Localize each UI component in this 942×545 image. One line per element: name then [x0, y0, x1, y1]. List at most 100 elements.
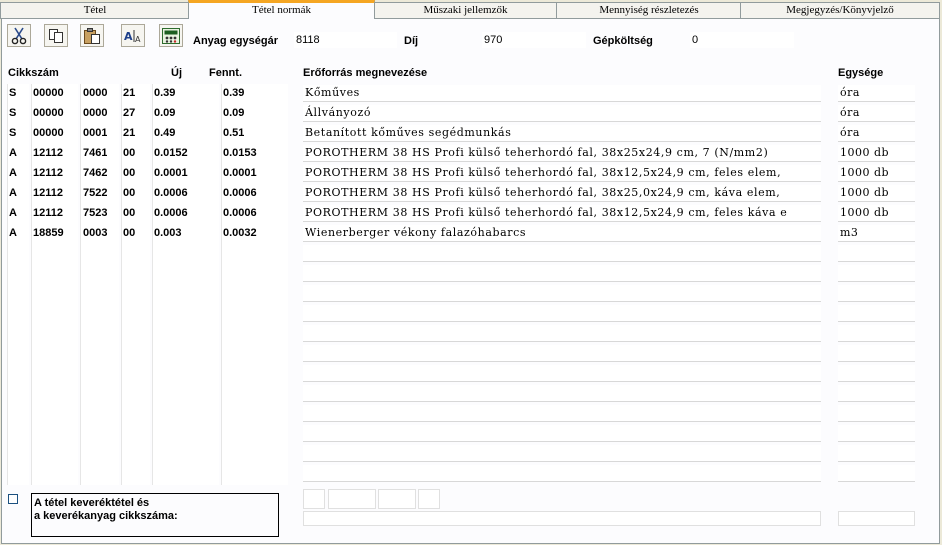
- keverek-code-field-1[interactable]: [303, 489, 325, 509]
- tab-mennyiseg-reszletezes[interactable]: Mennyiség részletezés: [556, 2, 742, 19]
- row-c1[interactable]: 00000: [33, 83, 64, 103]
- row-fennt[interactable]: 0.0153: [223, 143, 257, 163]
- row-c2[interactable]: 0000: [83, 103, 107, 123]
- resource-name-row[interactable]: [303, 365, 821, 382]
- resource-name-row[interactable]: [303, 325, 821, 342]
- row-c3[interactable]: 27: [123, 103, 135, 123]
- tab-tetel-normak[interactable]: Tétel normák: [188, 0, 375, 19]
- row-uj[interactable]: 0.39: [154, 83, 175, 103]
- row-type[interactable]: A: [9, 143, 17, 163]
- unit-row[interactable]: [838, 285, 915, 302]
- unit-row[interactable]: óra: [838, 105, 915, 122]
- row-c3[interactable]: 00: [123, 163, 135, 183]
- resource-name-row[interactable]: [303, 425, 821, 442]
- unit-row[interactable]: [838, 385, 915, 402]
- cut-button[interactable]: [7, 24, 31, 47]
- row-fennt[interactable]: 0.51: [223, 123, 244, 143]
- row-uj[interactable]: 0.0006: [154, 203, 188, 223]
- unit-row[interactable]: 1000 db: [838, 185, 915, 202]
- row-c3[interactable]: 21: [123, 123, 135, 143]
- row-c1[interactable]: 18859: [33, 223, 64, 243]
- resource-name-row[interactable]: Kőműves: [303, 85, 821, 102]
- row-c3[interactable]: 00: [123, 183, 135, 203]
- row-type[interactable]: A: [9, 163, 17, 183]
- row-uj[interactable]: 0.0152: [154, 143, 188, 163]
- row-c1[interactable]: 12112: [33, 183, 63, 203]
- unit-row[interactable]: [838, 325, 915, 342]
- row-c2[interactable]: 7523: [83, 203, 107, 223]
- row-type[interactable]: A: [9, 203, 17, 223]
- copy-button[interactable]: [44, 24, 68, 47]
- gepkoltseg-field[interactable]: 0: [690, 32, 794, 48]
- row-c2[interactable]: 0000: [83, 83, 107, 103]
- row-c2[interactable]: 0003: [83, 223, 107, 243]
- row-fennt[interactable]: 0.09: [223, 103, 244, 123]
- keverek-checkbox[interactable]: [8, 494, 18, 504]
- row-c1[interactable]: 00000: [33, 123, 64, 143]
- row-c3[interactable]: 21: [123, 83, 135, 103]
- resource-name-row[interactable]: POROTHERM 38 HS Profi külső teherhordó f…: [303, 165, 821, 182]
- row-c3[interactable]: 00: [123, 223, 135, 243]
- row-c1[interactable]: 12112: [33, 143, 63, 163]
- row-fennt[interactable]: 0.39: [223, 83, 244, 103]
- unit-row[interactable]: 1000 db: [838, 165, 915, 182]
- tab-tetel[interactable]: Tétel: [0, 2, 190, 19]
- row-c2[interactable]: 7462: [83, 163, 107, 183]
- unit-row[interactable]: [838, 425, 915, 442]
- resource-name-row[interactable]: [303, 245, 821, 262]
- resource-name-row[interactable]: [303, 265, 821, 282]
- row-uj[interactable]: 0.0001: [154, 163, 188, 183]
- row-uj[interactable]: 0.49: [154, 123, 175, 143]
- row-c2[interactable]: 7522: [83, 183, 107, 203]
- row-uj[interactable]: 0.0006: [154, 183, 188, 203]
- row-c1[interactable]: 12112: [33, 203, 63, 223]
- row-c3[interactable]: 00: [123, 203, 135, 223]
- unit-row[interactable]: [838, 405, 915, 422]
- resource-name-row[interactable]: Wienerberger vékony falazóhabarcs: [303, 225, 821, 242]
- unit-row[interactable]: [838, 345, 915, 362]
- row-fennt[interactable]: 0.0006: [223, 203, 257, 223]
- resource-name-row[interactable]: [303, 385, 821, 402]
- keverek-code-field-4[interactable]: [418, 489, 440, 509]
- unit-row[interactable]: óra: [838, 125, 915, 142]
- row-c1[interactable]: 12112: [33, 163, 63, 183]
- keverek-unit-field[interactable]: [838, 511, 915, 526]
- row-c2[interactable]: 0001: [83, 123, 107, 143]
- unit-row[interactable]: m3: [838, 225, 915, 242]
- unit-row[interactable]: [838, 465, 915, 482]
- tab-muszaki-jellemzok[interactable]: Műszaki jellemzők: [373, 2, 558, 19]
- calculator-button[interactable]: [159, 24, 183, 47]
- unit-row[interactable]: 1000 db: [838, 205, 915, 222]
- resource-name-row[interactable]: Állványozó: [303, 105, 821, 122]
- font-button[interactable]: A A: [121, 24, 145, 47]
- paste-button[interactable]: [80, 24, 104, 47]
- unit-row[interactable]: 1000 db: [838, 145, 915, 162]
- row-type[interactable]: S: [9, 103, 16, 123]
- row-fennt[interactable]: 0.0001: [223, 163, 257, 183]
- row-type[interactable]: A: [9, 183, 17, 203]
- row-type[interactable]: A: [9, 223, 17, 243]
- resource-name-row[interactable]: [303, 305, 821, 322]
- dij-field[interactable]: 970: [482, 32, 586, 48]
- unit-row[interactable]: [838, 265, 915, 282]
- resource-name-row[interactable]: [303, 345, 821, 362]
- resource-name-row[interactable]: [303, 405, 821, 422]
- resource-name-row[interactable]: Betanított kőműves segédmunkás: [303, 125, 821, 142]
- row-c2[interactable]: 7461: [83, 143, 107, 163]
- row-c1[interactable]: 00000: [33, 103, 64, 123]
- keverek-code-field-3[interactable]: [378, 489, 416, 509]
- unit-row[interactable]: [838, 445, 915, 462]
- keverek-code-field-2[interactable]: [328, 489, 376, 509]
- resource-name-row[interactable]: [303, 465, 821, 482]
- unit-row[interactable]: óra: [838, 85, 915, 102]
- row-c3[interactable]: 00: [123, 143, 135, 163]
- resource-name-row[interactable]: POROTHERM 38 HS Profi külső teherhordó f…: [303, 185, 821, 202]
- keverek-name-field[interactable]: [303, 511, 821, 526]
- resource-name-row[interactable]: POROTHERM 38 HS Profi külső teherhordó f…: [303, 145, 821, 162]
- row-uj[interactable]: 0.09: [154, 103, 175, 123]
- anyag-egysegar-field[interactable]: 8118: [294, 32, 397, 48]
- resource-name-row[interactable]: [303, 285, 821, 302]
- row-fennt[interactable]: 0.0006: [223, 183, 257, 203]
- row-type[interactable]: S: [9, 83, 16, 103]
- unit-row[interactable]: [838, 305, 915, 322]
